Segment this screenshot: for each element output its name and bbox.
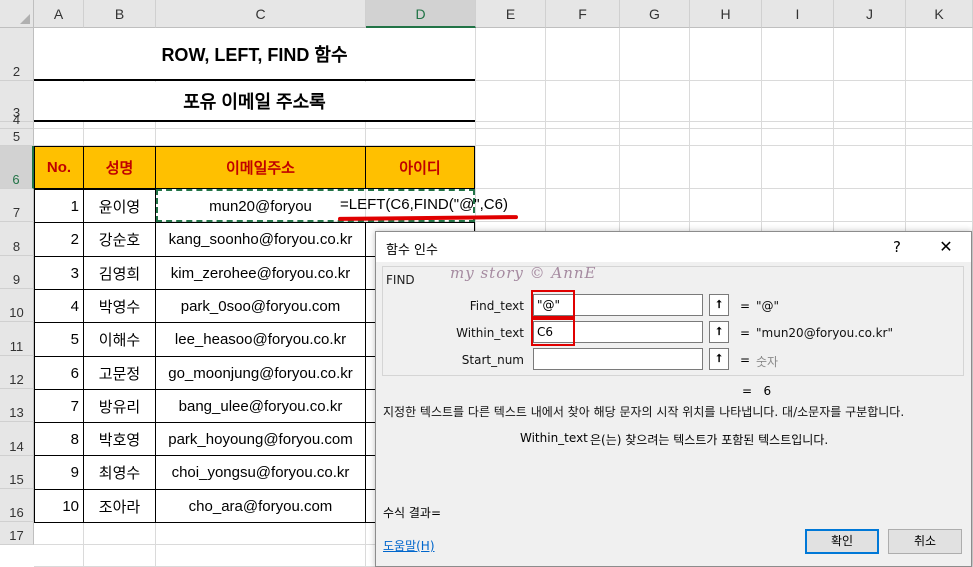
row-header-9[interactable]: 9	[0, 256, 34, 289]
column-header-d[interactable]: D	[366, 0, 476, 28]
function-name: FIND	[386, 273, 415, 287]
row-header-14[interactable]: 14	[0, 422, 34, 456]
row-header-11[interactable]: 11	[0, 322, 34, 356]
column-header-k[interactable]: K	[906, 0, 973, 28]
header-name[interactable]: 성명	[83, 146, 156, 189]
cell-email[interactable]: mun20@foryou	[155, 189, 366, 223]
column-header-i[interactable]: I	[762, 0, 834, 28]
cell-no[interactable]: 2	[34, 222, 84, 257]
column-header-c[interactable]: C	[156, 0, 366, 28]
column-header-a[interactable]: A	[34, 0, 84, 28]
dialog-title: 함수 인수	[386, 243, 438, 258]
cell-name[interactable]: 윤이영	[83, 189, 156, 223]
row-header-4[interactable]: 4	[0, 112, 34, 129]
cell-email[interactable]: bang_ulee@foryou.co.kr	[155, 389, 366, 423]
arg-result-start-num: 숫자	[756, 355, 779, 369]
arg-eq-2: =	[740, 326, 751, 340]
cell-email[interactable]: park_hoyoung@foryou.com	[155, 422, 366, 456]
row-header-7[interactable]: 7	[0, 189, 34, 222]
header-email[interactable]: 이메일주소	[155, 146, 366, 189]
cancel-button[interactable]: 취소	[888, 529, 962, 554]
grid-hline	[34, 128, 973, 129]
result-value: 6	[763, 384, 772, 398]
cell-name[interactable]: 최영수	[83, 455, 156, 490]
column-header-g[interactable]: G	[620, 0, 690, 28]
row-header-13[interactable]: 13	[0, 389, 34, 422]
cell-name[interactable]: 이해수	[83, 322, 156, 357]
formula-result-label: 수식 결과=	[383, 506, 442, 520]
result-eq-sign: =	[742, 384, 753, 398]
ok-button[interactable]: 확인	[805, 529, 879, 554]
cell-name[interactable]: 조아라	[83, 489, 156, 523]
title-cell-2[interactable]: 포유 이메일 주소록	[34, 82, 475, 122]
arg-eq-3: =	[740, 353, 751, 367]
cell-name[interactable]: 고문정	[83, 356, 156, 390]
help-link[interactable]: 도움말(H)	[383, 537, 435, 554]
row-header-2[interactable]: 2	[0, 28, 34, 81]
arg-label-find-text: Find_text	[469, 299, 524, 313]
row-header-10[interactable]: 10	[0, 289, 34, 322]
cell-no[interactable]: 4	[34, 289, 84, 323]
arg-eq-1: =	[740, 299, 751, 313]
start-num-input[interactable]	[533, 348, 703, 370]
find-text-input[interactable]: "@"	[533, 294, 703, 316]
cell-name[interactable]: 박호영	[83, 422, 156, 456]
cell-no[interactable]: 3	[34, 256, 84, 290]
cell-no[interactable]: 9	[34, 455, 84, 490]
row-header-12[interactable]: 12	[0, 356, 34, 389]
cell-name[interactable]: 김영희	[83, 256, 156, 290]
cell-no[interactable]: 1	[34, 189, 84, 223]
header-id[interactable]: 아이디	[365, 146, 475, 189]
header-no[interactable]: No.	[34, 146, 84, 189]
cell-name[interactable]: 방유리	[83, 389, 156, 423]
close-icon[interactable]: ✕	[935, 236, 957, 258]
cell-email[interactable]: go_moonjung@foryou.co.kr	[155, 356, 366, 390]
arg-label-start-num: Start_num	[461, 353, 524, 367]
cell-no[interactable]: 6	[34, 356, 84, 390]
row-header-5[interactable]: 5	[0, 129, 34, 146]
row-header-8[interactable]: 8	[0, 222, 34, 256]
cell-email[interactable]: cho_ara@foryou.com	[155, 489, 366, 523]
select-all-corner[interactable]	[0, 0, 34, 28]
row-header-15[interactable]: 15	[0, 456, 34, 489]
formula-cell-d6[interactable]: =LEFT(C6,FIND("@",C6)	[340, 196, 508, 213]
cell-email[interactable]: lee_heasoo@foryou.co.kr	[155, 322, 366, 357]
row-header-16[interactable]: 16	[0, 489, 34, 522]
arg-label-within-text: Within_text	[456, 326, 524, 340]
function-result: = 6	[742, 384, 771, 398]
cell-no[interactable]: 10	[34, 489, 84, 523]
collapse-dialog-button-2[interactable]: ⭡	[709, 321, 729, 343]
cell-email[interactable]: kang_soonho@foryou.co.kr	[155, 222, 366, 257]
cell-email[interactable]: park_0soo@foryou.com	[155, 289, 366, 323]
dialog-titlebar[interactable]: 함수 인수 ? ✕	[376, 232, 971, 262]
cell-no[interactable]: 8	[34, 422, 84, 456]
column-header-j[interactable]: J	[834, 0, 906, 28]
cell-name[interactable]: 박영수	[83, 289, 156, 323]
arg-result-find-text: "@"	[756, 299, 780, 313]
cell-email[interactable]: kim_zerohee@foryou.co.kr	[155, 256, 366, 290]
column-header-e[interactable]: E	[476, 0, 546, 28]
arg-description-name: Within_text	[520, 431, 588, 445]
cell-email[interactable]: choi_yongsu@foryou.co.kr	[155, 455, 366, 490]
cell-no[interactable]: 7	[34, 389, 84, 423]
cell-name[interactable]: 강순호	[83, 222, 156, 257]
title-cell-1[interactable]: ROW, LEFT, FIND 함수	[34, 28, 475, 81]
row-header-6[interactable]: 6	[0, 146, 34, 189]
arg-result-within-text: "mun20@foryou.co.kr"	[756, 326, 893, 340]
column-header-h[interactable]: H	[690, 0, 762, 28]
function-description: 지정한 텍스트를 다른 텍스트 내에서 찾아 해당 문자의 시작 위치를 나타냅…	[383, 405, 905, 419]
function-arguments-dialog: 함수 인수 ? ✕ my story © AnnE FIND Find_text…	[375, 231, 972, 567]
help-question-icon[interactable]: ?	[887, 236, 907, 258]
within-text-input[interactable]: C6	[533, 321, 703, 343]
row-header-17[interactable]: 17	[0, 522, 34, 545]
cell-no[interactable]: 5	[34, 322, 84, 357]
column-header-f[interactable]: F	[546, 0, 620, 28]
arg-description-text: 은(는) 찾으려는 텍스트가 포함된 텍스트입니다.	[590, 433, 829, 447]
column-header-b[interactable]: B	[84, 0, 156, 28]
collapse-dialog-button-1[interactable]: ⭡	[709, 294, 729, 316]
collapse-dialog-button-3[interactable]: ⭡	[709, 348, 729, 370]
